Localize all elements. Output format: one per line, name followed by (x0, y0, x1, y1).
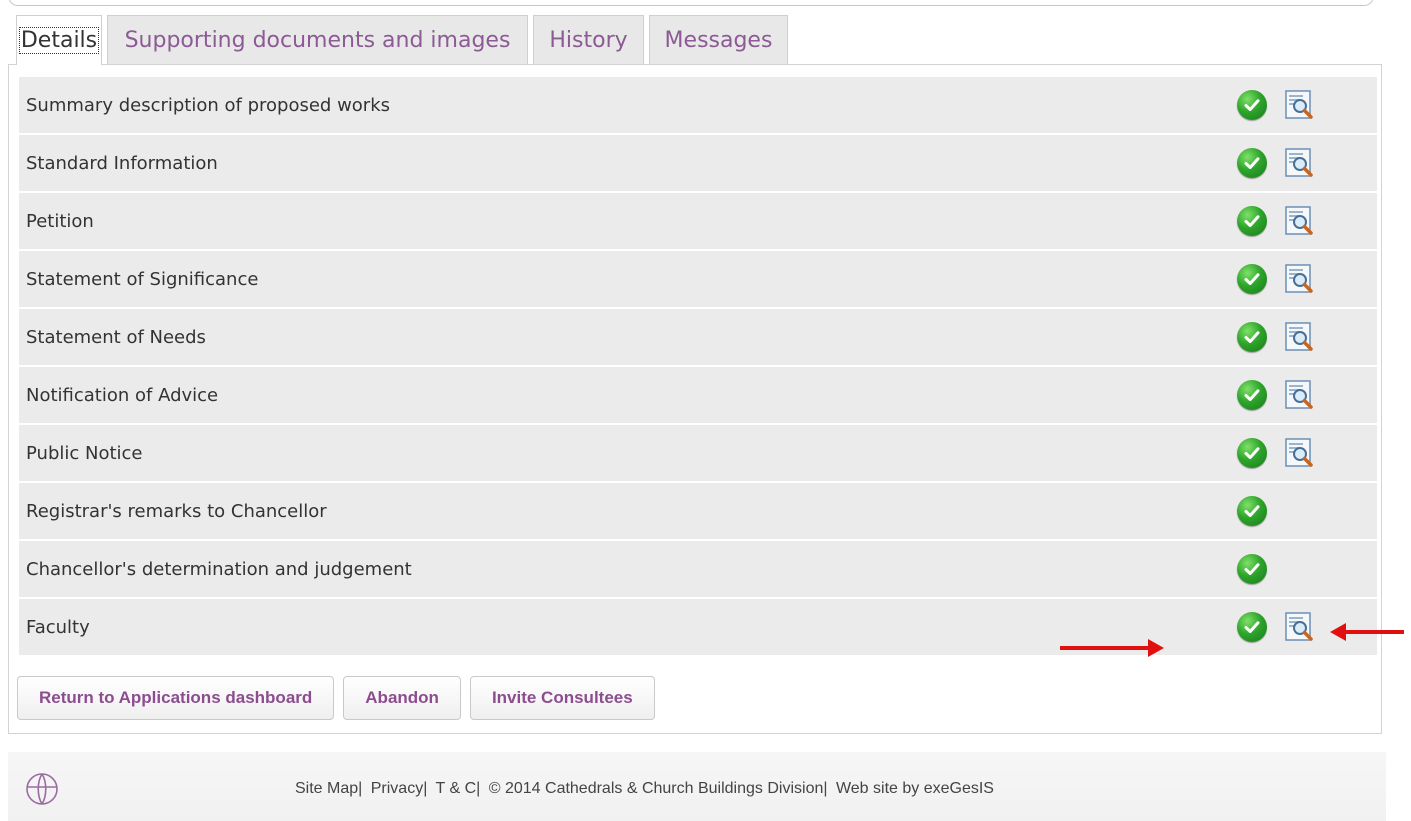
footer-link-credit[interactable]: Web site by exeGesIS (836, 780, 994, 797)
top-frame-edge (8, 0, 1374, 6)
document-magnifier-icon[interactable] (1283, 89, 1315, 121)
check-circle-icon (1237, 206, 1267, 236)
section-label: Chancellor's determination and judgement (26, 558, 412, 580)
footer-links: Site Map| Privacy| T & C| © 2014 Cathedr… (295, 780, 998, 798)
document-magnifier-icon[interactable] (1283, 379, 1315, 411)
list-item: Chancellor's determination and judgement (19, 541, 1377, 599)
section-label: Notification of Advice (26, 384, 219, 406)
tab-details[interactable]: Details (16, 15, 102, 65)
abandon-button[interactable]: Abandon (343, 676, 461, 720)
tab-messages[interactable]: Messages (649, 15, 788, 64)
list-item: Public Notice (19, 425, 1377, 483)
section-label: Statement of Needs (26, 326, 206, 348)
check-circle-icon (1237, 438, 1267, 468)
check-circle-icon (1237, 496, 1267, 526)
footer-copyright: © 2014 Cathedrals & Church Buildings Div… (488, 780, 828, 797)
section-list: Summary description of proposed works St… (19, 77, 1377, 657)
invite-consultees-button[interactable]: Invite Consultees (469, 676, 655, 720)
section-label: Summary description of proposed works (26, 94, 390, 116)
tab-history[interactable]: History (533, 15, 644, 64)
list-item: Statement of Needs (19, 309, 1377, 367)
list-item: Standard Information (19, 135, 1377, 193)
check-circle-icon (1237, 148, 1267, 178)
document-magnifier-icon[interactable] (1283, 437, 1315, 469)
list-item: Statement of Significance (19, 251, 1377, 309)
check-circle-icon (1237, 612, 1267, 642)
annotation-arrow-left-icon (1330, 623, 1404, 641)
section-label: Petition (26, 210, 94, 232)
annotation-arrow-right-icon (1060, 639, 1164, 657)
footer-link-site-map[interactable]: Site Map| (295, 780, 362, 797)
document-magnifier-icon[interactable] (1283, 321, 1315, 353)
document-magnifier-icon[interactable] (1283, 611, 1315, 643)
check-circle-icon (1237, 380, 1267, 410)
section-label: Registrar's remarks to Chancellor (26, 500, 327, 522)
action-bar: Return to Applications dashboard Abandon… (17, 676, 664, 720)
list-item: Registrar's remarks to Chancellor (19, 483, 1377, 541)
church-cross-logo-icon (26, 773, 58, 805)
check-circle-icon (1237, 264, 1267, 294)
document-magnifier-icon[interactable] (1283, 263, 1315, 295)
list-item: Petition (19, 193, 1377, 251)
section-label: Faculty (26, 616, 90, 638)
check-circle-icon (1237, 554, 1267, 584)
list-item: Notification of Advice (19, 367, 1377, 425)
check-circle-icon (1237, 90, 1267, 120)
document-magnifier-icon[interactable] (1283, 205, 1315, 237)
return-to-dashboard-button[interactable]: Return to Applications dashboard (17, 676, 335, 720)
check-circle-icon (1237, 322, 1267, 352)
section-label: Public Notice (26, 442, 143, 464)
document-magnifier-icon[interactable] (1283, 147, 1315, 179)
footer-link-terms[interactable]: T & C| (436, 780, 481, 797)
site-footer: Site Map| Privacy| T & C| © 2014 Cathedr… (8, 752, 1386, 821)
section-label: Statement of Significance (26, 268, 259, 290)
tab-bar: Details Supporting documents and images … (16, 15, 793, 65)
section-label: Standard Information (26, 152, 218, 174)
list-item: Faculty (19, 599, 1377, 657)
tab-supporting-documents[interactable]: Supporting documents and images (107, 15, 528, 64)
list-item: Summary description of proposed works (19, 77, 1377, 135)
footer-link-privacy[interactable]: Privacy| (371, 780, 428, 797)
